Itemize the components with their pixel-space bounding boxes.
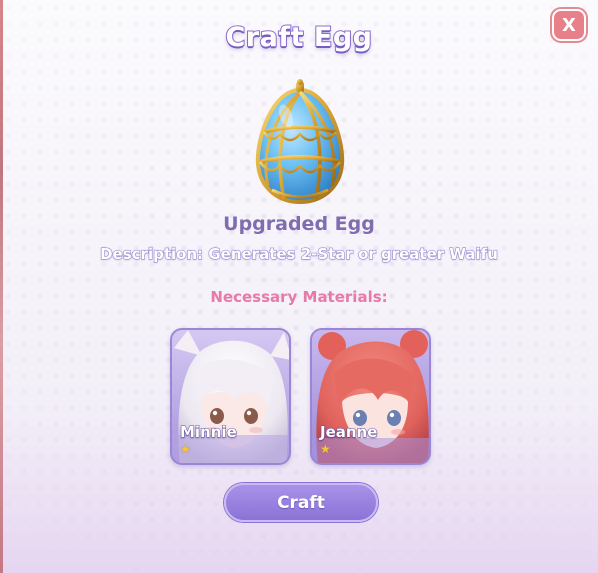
window-edge	[0, 0, 3, 573]
materials-label: Necessary Materials:	[210, 288, 388, 306]
item-description: Description: Generates 2-Star or greater…	[100, 244, 499, 263]
craft-button[interactable]: Craft	[224, 483, 378, 522]
egg-icon	[250, 78, 350, 206]
material-card-minnie[interactable]: Minnie ★	[170, 328, 291, 465]
close-icon: X	[562, 14, 576, 36]
star-icon: ★	[180, 442, 191, 456]
dialog-title: Craft Egg	[224, 21, 373, 54]
material-card-jeanne[interactable]: Jeanne ★	[310, 328, 431, 465]
item-name: Upgraded Egg	[223, 213, 375, 235]
star-icon: ★	[320, 442, 331, 456]
material-name: Minnie	[180, 423, 238, 442]
craft-egg-dialog: Craft Egg X Upgraded Egg Description: Ge…	[0, 0, 598, 573]
close-button[interactable]: X	[552, 9, 586, 41]
craft-button-label: Craft	[277, 492, 325, 513]
material-name: Jeanne	[319, 423, 378, 442]
